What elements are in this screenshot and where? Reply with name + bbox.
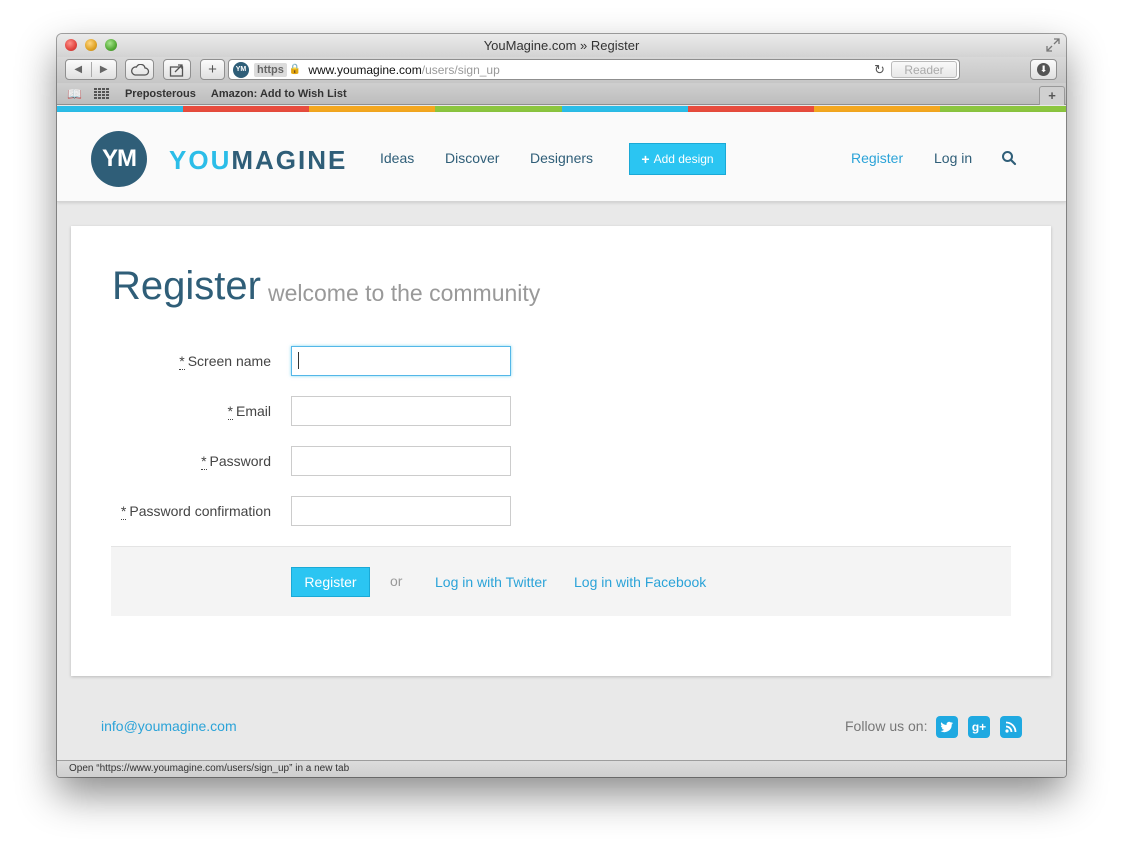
forward-button[interactable]: ▶ <box>92 64 117 75</box>
url-host: www.youmagine.com <box>308 62 422 77</box>
logo-you: YOU <box>169 145 232 175</box>
reading-list-icon[interactable]: 📖 <box>67 87 82 101</box>
email-input[interactable] <box>291 396 511 426</box>
download-icon: ⬇ <box>1037 63 1050 76</box>
register-submit-button[interactable]: Register <box>291 567 370 597</box>
email-label: * Email <box>227 403 271 420</box>
footer-email-link[interactable]: info@youmagine.com <box>101 718 237 734</box>
history-navigation: ◀ ▶ <box>65 59 117 80</box>
required-marker: * <box>201 453 207 470</box>
nav-login[interactable]: Log in <box>934 150 972 166</box>
share-button[interactable] <box>163 59 191 80</box>
required-marker: * <box>227 403 233 420</box>
reload-icon[interactable]: ↻ <box>874 62 885 78</box>
site-favicon: YM <box>233 61 249 78</box>
twitter-icon[interactable] <box>936 716 958 738</box>
icloud-tabs-button[interactable] <box>125 59 154 80</box>
top-sites-icon[interactable] <box>93 88 110 99</box>
url-path: /users/sign_up <box>421 62 500 77</box>
twitter-login-link[interactable]: Log in with Twitter <box>435 574 547 590</box>
cloud-icon <box>130 63 149 76</box>
register-card: Register welcome to the community * Scree… <box>71 226 1051 676</box>
email-row: * Email <box>71 396 1051 426</box>
nav-discover[interactable]: Discover <box>445 150 499 166</box>
screen-name-label: * Screen name <box>179 353 271 370</box>
title-bar: YouMagine.com » Register <box>57 34 1066 57</box>
back-button[interactable]: ◀ <box>66 64 91 75</box>
nav-designers[interactable]: Designers <box>530 150 593 166</box>
add-design-label: Add design <box>653 152 714 166</box>
screen-name-row: * Screen name <box>71 346 1051 376</box>
nav-ideas[interactable]: Ideas <box>380 150 414 166</box>
web-page: YM YOUMAGINE Ideas Discover Designers + … <box>57 106 1066 760</box>
nav-register[interactable]: Register <box>851 150 903 166</box>
or-separator: or <box>390 573 403 589</box>
plus-icon: + <box>641 151 650 167</box>
https-badge: https <box>254 62 287 77</box>
search-icon[interactable] <box>1001 150 1017 166</box>
password-label: * Password <box>201 453 271 470</box>
password-row: * Password <box>71 446 1051 476</box>
lock-icon: 🔒 <box>288 64 302 75</box>
site-header: YM YOUMAGINE Ideas Discover Designers + … <box>57 112 1066 202</box>
page-subtitle: welcome to the community <box>268 280 541 306</box>
follow-us-label: Follow us on: <box>845 718 928 734</box>
password-confirmation-row: * Password confirmation <box>71 496 1051 526</box>
form-actions: Register or Log in with Twitter Log in w… <box>111 546 1011 616</box>
password-confirmation-input[interactable] <box>291 496 511 526</box>
share-icon <box>169 63 184 77</box>
rss-icon[interactable] <box>1000 716 1022 738</box>
bookmarks-bar: 📖 Preposterous Amazon: Add to Wish List … <box>57 83 1066 105</box>
new-tab-button[interactable]: + <box>1039 86 1065 105</box>
required-marker: * <box>120 503 127 520</box>
status-bar: Open “https://www.youmagine.com/users/si… <box>57 760 1066 777</box>
downloads-button[interactable]: ⬇ <box>1030 59 1057 80</box>
page-title: Register <box>112 264 261 308</box>
add-bookmark-button[interactable]: + <box>200 59 225 80</box>
facebook-login-link[interactable]: Log in with Facebook <box>574 574 706 590</box>
text-caret <box>298 352 299 369</box>
password-confirmation-label: * Password confirmation <box>120 503 271 520</box>
password-input[interactable] <box>291 446 511 476</box>
fullscreen-icon[interactable] <box>1046 38 1060 52</box>
logo-magine: MAGINE <box>231 145 348 175</box>
add-design-button[interactable]: + Add design <box>629 143 726 175</box>
google-plus-icon[interactable]: g+ <box>968 716 990 738</box>
address-bar[interactable]: YM https 🔒 www.youmagine.com/users/sign_… <box>228 59 960 80</box>
window-title: YouMagine.com » Register <box>483 38 640 53</box>
bookmark-item[interactable]: Amazon: Add to Wish List <box>211 88 347 100</box>
browser-toolbar: ◀ ▶ + YM https 🔒 www.youmagine.com/users… <box>57 57 1066 83</box>
screen-name-input[interactable] <box>291 346 511 376</box>
bookmark-item[interactable]: Preposterous <box>125 88 196 100</box>
logo-wordmark[interactable]: YOUMAGINE <box>169 145 347 176</box>
logo-badge[interactable]: YM <box>91 131 147 187</box>
reader-button[interactable]: Reader <box>891 61 957 78</box>
browser-window: YouMagine.com » Register ◀ ▶ + YM https … <box>57 34 1066 777</box>
required-marker: * <box>179 353 185 370</box>
